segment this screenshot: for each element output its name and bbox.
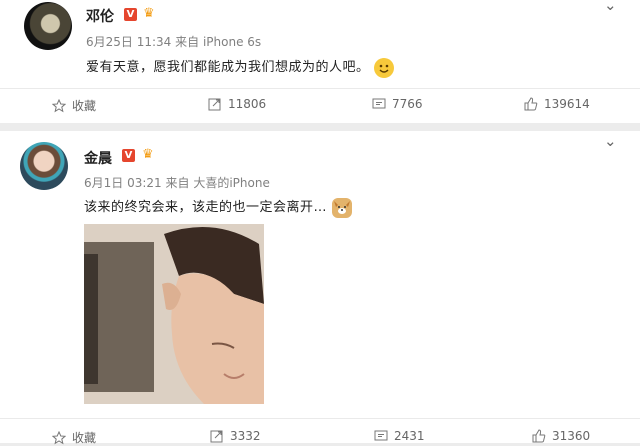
repost-count: 3332 (230, 429, 261, 443)
post-photo[interactable] (84, 224, 264, 404)
comment-count: 2431 (394, 429, 425, 443)
favorite-label: 收藏 (72, 99, 97, 113)
post-source: 来自 iPhone 6s (175, 35, 262, 49)
action-bar: 收藏 3332 2431 31360 (0, 418, 640, 446)
dog-emoji-icon (331, 197, 352, 218)
favorite-label: 收藏 (72, 431, 97, 445)
favorite-button[interactable]: 收藏 (52, 97, 96, 114)
avatar[interactable] (20, 142, 68, 190)
chevron-down-icon[interactable]: ⌄ (604, 132, 617, 150)
weibo-post-1: 邓伦 V ♛ 6月25日 11:34 来自 iPhone 6s 爱有天意，愿我们… (0, 0, 640, 88)
post-source: 来自 大喜的iPhone (165, 176, 270, 190)
repost-button[interactable]: 11806 (208, 97, 266, 111)
like-count: 139614 (544, 97, 590, 111)
verified-badge-icon: V (122, 149, 135, 162)
star-icon (52, 430, 66, 445)
comment-button[interactable]: 7766 (372, 97, 423, 111)
star-icon (52, 98, 66, 113)
crown-icon: ♛ (142, 147, 154, 162)
comment-count: 7766 (392, 97, 423, 111)
action-bar: 收藏 11806 7766 139614 (0, 88, 640, 123)
verified-badge-icon: V (124, 8, 137, 21)
smile-emoji-icon (374, 57, 395, 78)
comment-icon (372, 97, 386, 111)
like-button[interactable]: 31360 (532, 429, 590, 443)
repost-button[interactable]: 3332 (210, 429, 261, 443)
timestamp[interactable]: 6月1日 03:21 (84, 176, 162, 190)
post-text: 爱有天意，愿我们都能成为我们想成为的人吧。 (86, 56, 395, 78)
thumbs-up-icon (524, 97, 538, 111)
timestamp[interactable]: 6月25日 11:34 (86, 35, 171, 49)
post-text-content: 爱有天意，愿我们都能成为我们想成为的人吧。 (86, 60, 370, 75)
post-meta: 6月1日 03:21 来自 大喜的iPhone (84, 174, 270, 191)
post-meta: 6月25日 11:34 来自 iPhone 6s (86, 33, 261, 50)
author-name[interactable]: 邓伦 (86, 6, 114, 26)
avatar[interactable] (24, 2, 72, 50)
repost-count: 11806 (228, 97, 267, 111)
favorite-button[interactable]: 收藏 (52, 429, 96, 446)
comment-icon (374, 429, 388, 443)
author-name[interactable]: 金晨 (84, 148, 112, 168)
repost-icon (210, 429, 224, 443)
like-count: 31360 (552, 429, 591, 443)
chevron-down-icon[interactable]: ⌄ (604, 0, 617, 14)
comment-button[interactable]: 2431 (374, 429, 425, 443)
like-button[interactable]: 139614 (524, 97, 590, 111)
post-text: 该来的终究会来，该走的也一定会离开… (84, 196, 352, 218)
repost-icon (208, 97, 222, 111)
post-text-content: 该来的终究会来，该走的也一定会离开… (84, 200, 328, 215)
thumbs-up-icon (532, 429, 546, 443)
crown-icon: ♛ (143, 6, 155, 21)
